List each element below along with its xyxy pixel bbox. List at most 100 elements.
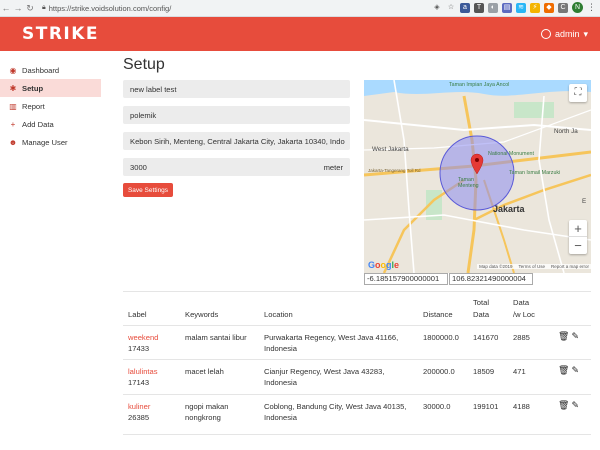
fullscreen-button[interactable]: ⛶ <box>569 84 587 102</box>
row-data-with-loc: 471 <box>513 367 526 376</box>
row-location-line2: Indonesia <box>264 378 297 387</box>
row-label-link[interactable]: weekend <box>128 332 158 343</box>
row-keywords-line2: nongkrong <box>185 413 221 422</box>
col-header-location: Location <box>264 310 293 319</box>
sidebar: ◉ Dashboard ✱ Setup ▥ Report + Add Data … <box>0 51 108 450</box>
extension-icon[interactable]: ≋ <box>516 2 526 13</box>
col-header-data-loc-line1: Data <box>513 298 530 307</box>
chart-icon: ▥ <box>9 101 17 111</box>
plus-icon: + <box>10 119 16 129</box>
table-cell-label: kuliner 26385 <box>128 401 150 423</box>
extension-icon[interactable]: T <box>474 2 484 13</box>
row-total-data: 141670 <box>473 333 499 342</box>
zoom-in-button[interactable]: + <box>569 220 587 237</box>
profile-avatar[interactable]: N <box>572 2 583 13</box>
reload-icon[interactable]: ↻ <box>24 3 36 14</box>
extension-icon[interactable]: C <box>558 2 568 13</box>
row-label-link[interactable]: lalulintas <box>128 366 158 377</box>
map-label-taman-impian: Taman Impian Jaya Ancol <box>449 82 510 88</box>
row-id: 17433 <box>128 344 150 353</box>
col-header-total-data-line2: Data <box>473 310 490 319</box>
distance-unit: meter <box>323 162 343 172</box>
table-cell-label: lalulintas 17143 <box>128 366 158 388</box>
edit-icon[interactable]: ✎ <box>571 331 579 342</box>
table-cell-label: weekend 17433 <box>128 332 158 354</box>
map-label-north-jakarta: North Ja <box>554 128 578 135</box>
row-actions: 🗑︎ ✎ <box>558 365 579 376</box>
row-total-data: 199101 <box>473 402 499 411</box>
table-divider <box>123 394 591 395</box>
row-location: Coblong, Bandung City, West Java 40135, … <box>264 401 406 423</box>
row-id: 17143 <box>128 378 150 387</box>
location-input-value: Kebon Sirih, Menteng, Central Jakarta Ci… <box>130 136 345 146</box>
distance-input[interactable]: 3000 meter <box>123 158 350 176</box>
edit-icon[interactable]: ✎ <box>571 400 579 411</box>
map[interactable]: Taman Impian Jaya Ancol North Ja West Ja… <box>364 80 591 273</box>
map-label-taman-ismail: Taman Ismail Marzuki <box>509 170 561 176</box>
table-divider <box>123 291 591 292</box>
table-divider <box>123 359 591 360</box>
terms-link[interactable]: Terms of Use <box>518 264 545 269</box>
address-bar[interactable]: https://strike.voidsolution.com/config/ <box>49 4 172 13</box>
longitude-field[interactable]: 106.82321490000004 <box>449 273 533 285</box>
map-label-toll-road: Jakarta-Tangerang Toll Rd <box>368 168 421 173</box>
extension-icon[interactable]: ◐ <box>488 2 498 13</box>
google-logo: Google <box>368 260 400 270</box>
sidebar-item-report[interactable]: ▥ Report <box>0 97 101 115</box>
extension-icon[interactable]: ⚡ <box>530 2 540 13</box>
label-input[interactable]: new label test <box>123 80 350 98</box>
extension-icon[interactable]: a <box>460 2 470 13</box>
edit-icon[interactable]: ✎ <box>571 365 579 376</box>
map-label-jakarta: Jakarta <box>493 204 525 214</box>
col-header-label: Label <box>128 310 147 319</box>
trash-icon[interactable]: 🗑︎ <box>558 400 569 411</box>
map-label-west-jakarta: West Jakarta <box>372 146 409 153</box>
save-settings-button[interactable]: Save Settings <box>123 183 173 197</box>
forward-icon[interactable]: → <box>12 3 24 13</box>
row-distance: 30000.0 <box>423 402 451 411</box>
table-divider <box>123 434 591 435</box>
keywords-input[interactable]: polemik <box>123 106 350 124</box>
chevron-down-icon: ▾ <box>583 28 588 39</box>
cast-icon[interactable]: ◈ <box>432 3 442 13</box>
app-header: STRIKE admin ▾ <box>0 17 600 51</box>
user-icon <box>540 29 551 39</box>
sidebar-item-setup[interactable]: ✱ Setup <box>0 79 101 97</box>
extension-icon[interactable]: ◆ <box>544 2 554 13</box>
row-distance: 1800000.0 <box>423 333 459 342</box>
row-total-data: 18509 <box>473 367 495 376</box>
back-icon[interactable]: ← <box>0 3 12 13</box>
row-location-line1: Purwakarta Regency, West Java 41166, <box>264 333 399 342</box>
col-header-distance: Distance <box>423 310 453 319</box>
label-input-value: new label test <box>130 84 177 94</box>
trash-icon[interactable]: 🗑︎ <box>558 331 569 342</box>
sidebar-item-add-data[interactable]: + Add Data <box>0 115 101 133</box>
row-label-link[interactable]: kuliner <box>128 401 150 412</box>
sidebar-item-label: Dashboard <box>22 65 60 75</box>
menu-icon[interactable]: ⋮ <box>587 2 596 13</box>
lock-icon: 🔒︎ <box>42 4 46 11</box>
sidebar-item-dashboard[interactable]: ◉ Dashboard <box>0 61 101 79</box>
app-logo[interactable]: STRIKE <box>22 24 99 44</box>
row-distance: 200000.0 <box>423 367 455 376</box>
map-data-text: Map data ©2019 <box>479 264 513 269</box>
user-menu[interactable]: admin ▾ <box>540 28 588 40</box>
map-label-taman-menteng: Taman Menteng <box>458 177 479 189</box>
row-keywords: macet lelah <box>185 367 224 376</box>
location-input[interactable]: Kebon Sirih, Menteng, Central Jakarta Ci… <box>123 132 350 150</box>
trash-icon[interactable]: 🗑︎ <box>558 365 569 376</box>
map-zoom-control: + − <box>569 220 587 254</box>
latitude-field[interactable]: -6.185157900000001 <box>364 273 448 285</box>
col-header-data-loc-line2: /w Loc <box>513 310 535 319</box>
row-actions: 🗑︎ ✎ <box>558 400 579 411</box>
report-error-link[interactable]: Report a map error <box>551 264 589 269</box>
extension-icon[interactable]: ▤ <box>502 2 512 13</box>
map-label-national-monument: National Monument <box>488 151 534 157</box>
gear-icon: ✱ <box>9 83 17 93</box>
row-data-with-loc: 4188 <box>513 402 530 411</box>
row-location: Cianjur Regency, West Java 43283, Indone… <box>264 366 384 388</box>
zoom-out-button[interactable]: − <box>569 237 587 254</box>
star-icon[interactable]: ☆ <box>446 3 456 13</box>
sidebar-item-manage-user[interactable]: ☻ Manage User <box>0 133 101 151</box>
sidebar-item-label: Manage User <box>22 137 68 147</box>
